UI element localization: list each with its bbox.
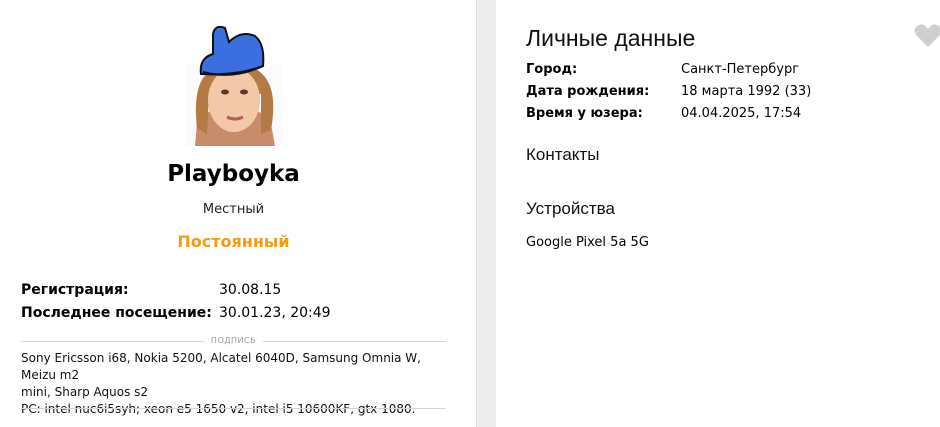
profile-card: Playboyka Местный Постоянный Регистрация… [0,0,476,427]
last-visit-value: 30.01.23, 20:49 [219,305,331,321]
signature-line: Sony Ericsson i68, Nokia 5200, Alcatel 6… [21,351,421,382]
username: Playboyka [167,161,300,187]
contacts-heading: Контакты [526,145,600,164]
heart-icon[interactable] [914,24,940,48]
city-value: Санкт-Петербург [681,62,800,77]
device-item: Google Pixel 5a 5G [526,235,649,250]
last-visit-label: Последнее посещение: [21,305,212,321]
divider [21,408,446,409]
panel-divider [476,0,496,427]
user-title: Местный [202,202,265,217]
user-time-label: Время у юзера: [526,106,643,121]
personal-data-panel: Личные данные Город: Санкт-Петербург Дат… [496,0,940,427]
birthdate-value: 18 марта 1992 (33) [681,84,812,99]
avatar[interactable] [185,24,283,146]
registration-value: 30.08.15 [219,282,282,298]
city-label: Город: [526,62,578,77]
signature-title: ПОДПИСЬ [203,336,264,345]
personal-data-heading: Личные данные [526,25,696,51]
birthdate-label: Дата рождения: [526,84,650,99]
signature-line: PC: intel nuc6i5syh; xeon e5 1650 v2, in… [21,402,416,416]
signature-line: mini, Sharp Aquos s2 [21,385,149,399]
status-badge: Постоянный [177,232,290,251]
user-time-value: 04.04.2025, 17:54 [681,106,802,121]
registration-label: Регистрация: [21,282,129,298]
devices-heading: Устройства [526,199,615,218]
